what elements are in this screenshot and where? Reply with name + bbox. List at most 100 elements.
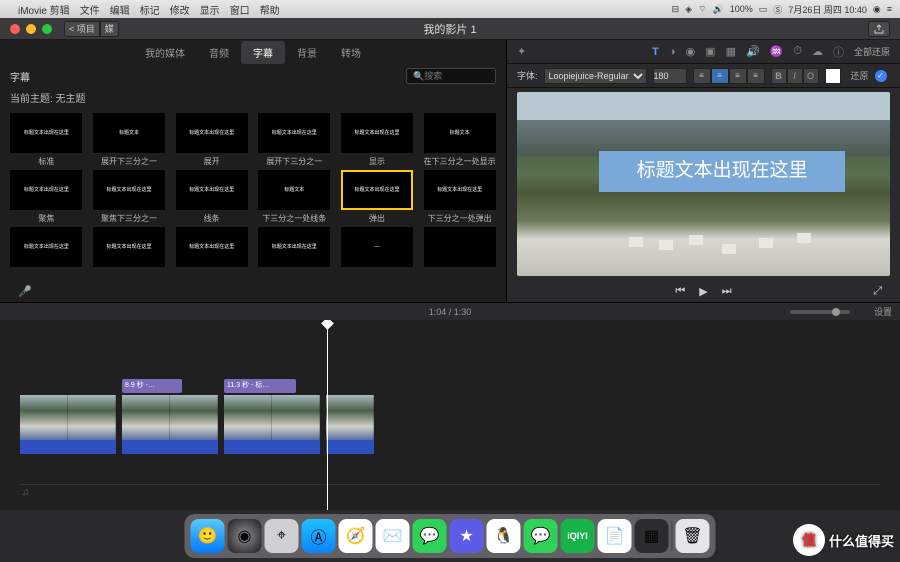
battery-pct[interactable]: 100% [730,4,753,14]
timeline[interactable]: 8.9 秒 -… 11.3 秒 - 标… ♫ [0,320,900,510]
noise-icon[interactable]: ♒ [770,45,784,58]
notif-icon[interactable]: ≡ [887,4,892,14]
clip-2[interactable]: 8.9 秒 -… [122,395,218,454]
audio-track[interactable]: ♫ [20,484,880,500]
title-clip-1[interactable]: 8.9 秒 -… [122,379,182,393]
color-correct-icon[interactable]: ◉ [686,45,696,58]
title-clip-2[interactable]: 11.3 秒 - 标… [224,379,296,393]
media-button[interactable]: 媒 [100,21,119,37]
color-balance-icon[interactable]: ◑ [669,46,676,58]
tab-backgrounds[interactable]: 背景 [285,41,329,64]
safari-setup-icon[interactable]: ⌖ [265,519,299,553]
title-tile[interactable] [419,227,500,280]
volume-icon[interactable]: 🔊 [713,4,724,15]
siri-icon[interactable]: ◉ [228,519,262,553]
title-overlay[interactable]: 标题文本出现在这里 [599,151,845,192]
mail-icon[interactable]: ✉️ [376,519,410,553]
qq-icon[interactable]: 🐧 [487,519,521,553]
stabilize-icon[interactable]: ▦ [726,45,736,58]
wifi2-icon[interactable]: ⌔ [698,4,706,15]
iqiyi-icon[interactable]: iQIYI [561,519,595,553]
menu-app[interactable]: iMovie 剪辑 [18,2,70,17]
safari-icon[interactable]: 🧭 [339,519,373,553]
reset-all-button[interactable]: 全部还原 [854,45,890,58]
title-tile[interactable]: 标题文本出现在这里聚焦 [6,170,87,223]
bold-button[interactable]: B [771,68,787,84]
menu-help[interactable]: 帮助 [260,2,280,17]
title-tile[interactable]: 标题文本出现在这里显示 [337,113,418,166]
fullscreen-icon[interactable]: ⤢ [873,285,882,298]
color-swatch[interactable] [825,68,841,84]
search-field[interactable]: 🔍 [406,68,496,84]
title-tile[interactable]: 标题文本下三分之一处线条 [254,170,335,223]
share-button[interactable] [868,21,890,37]
trash-icon[interactable]: 🗑 [676,519,710,553]
font-select[interactable]: Loopiejuice-Regular [544,68,647,84]
imovie-icon[interactable]: ★ [450,519,484,553]
reset-button[interactable]: 还原 [851,69,869,82]
back-to-projects-button[interactable]: < 项目 [64,21,100,37]
unknown-app-icon[interactable]: ▦ [635,519,669,553]
play-button[interactable]: ▶ [699,285,707,298]
info-icon[interactable]: ⓘ [833,44,844,60]
search-input[interactable] [424,71,484,81]
tab-titles[interactable]: 字幕 [241,41,285,64]
clip-4[interactable] [326,395,374,454]
video-preview[interactable]: 标题文本出现在这里 [517,92,890,276]
title-tile[interactable]: 标题文本展开下三分之一 [89,113,170,166]
title-tile[interactable]: — [337,227,418,280]
title-tile[interactable]: 标题文本出现在这里 [89,227,170,280]
battery-icon[interactable]: ▭ [759,4,768,15]
close-button[interactable] [10,24,20,34]
wifi-icon[interactable]: ◈ [685,4,692,15]
align-center-button[interactable]: ≡ [711,68,729,84]
maximize-button[interactable] [42,24,52,34]
tab-transitions[interactable]: 转场 [329,41,373,64]
filter-icon[interactable]: ☁ [812,45,823,58]
title-tile[interactable]: 标题文本出现在这里 [254,227,335,280]
volume-icon[interactable]: 🔊 [746,45,760,58]
title-tile[interactable]: 标题文本出现在这里下三分之一处弹出 [419,170,500,223]
tab-my-media[interactable]: 我的媒体 [133,41,197,64]
title-tile[interactable]: 标题文本出现在这里 [6,227,87,280]
zoom-slider-thumb[interactable] [832,308,840,316]
crop-icon[interactable]: ▣ [705,45,715,58]
font-size-input[interactable] [653,68,687,84]
input-icon[interactable]: Ⓢ [773,3,782,16]
title-tile[interactable]: 标题文本出现在这里标准 [6,113,87,166]
title-tile[interactable]: 标题文本在下三分之一处显示 [419,113,500,166]
text-icon[interactable]: T [652,46,659,58]
timeline-settings-button[interactable]: 设置 [874,305,892,318]
menu-view[interactable]: 显示 [200,2,220,17]
minimize-button[interactable] [26,24,36,34]
title-tile[interactable]: 标题文本出现在这里弹出 [337,170,418,223]
next-button[interactable]: ⏭ [722,285,732,298]
align-justify-button[interactable]: ≡ [747,68,765,84]
align-right-button[interactable]: ≡ [729,68,747,84]
prev-button[interactable]: ⏮ [675,285,685,298]
title-tile[interactable]: 标题文本出现在这里聚焦下三分之一 [89,170,170,223]
menu-mark[interactable]: 标记 [140,2,160,17]
messages-icon[interactable]: 💬 [413,519,447,553]
menu-edit[interactable]: 编辑 [110,2,130,17]
title-tile[interactable]: 标题文本出现在这里线条 [171,170,252,223]
playhead[interactable] [327,320,328,510]
italic-button[interactable]: I [787,68,803,84]
apply-check-icon[interactable]: ✓ [875,70,887,82]
menu-file[interactable]: 文件 [80,2,100,17]
speed-icon[interactable]: ⏱ [793,45,802,58]
menu-modify[interactable]: 修改 [170,2,190,17]
title-tile[interactable]: 标题文本出现在这里展开下三分之一 [254,113,335,166]
spotlight-icon[interactable]: ◉ [873,4,881,15]
clip-1[interactable] [20,395,116,454]
title-tile[interactable]: 标题文本出现在这里展开 [171,113,252,166]
clip-3[interactable]: 11.3 秒 - 标… [224,395,320,454]
voiceover-icon[interactable]: 🎤 [18,285,32,298]
menu-window[interactable]: 窗口 [230,2,250,17]
magic-icon[interactable]: ✦ [517,45,526,58]
zoom-slider[interactable] [790,310,850,314]
align-left-button[interactable]: ≡ [693,68,711,84]
outline-button[interactable]: O [803,68,819,84]
bluetooth-icon[interactable]: ⊟ [672,4,680,15]
wechat-icon[interactable]: 💬 [524,519,558,553]
